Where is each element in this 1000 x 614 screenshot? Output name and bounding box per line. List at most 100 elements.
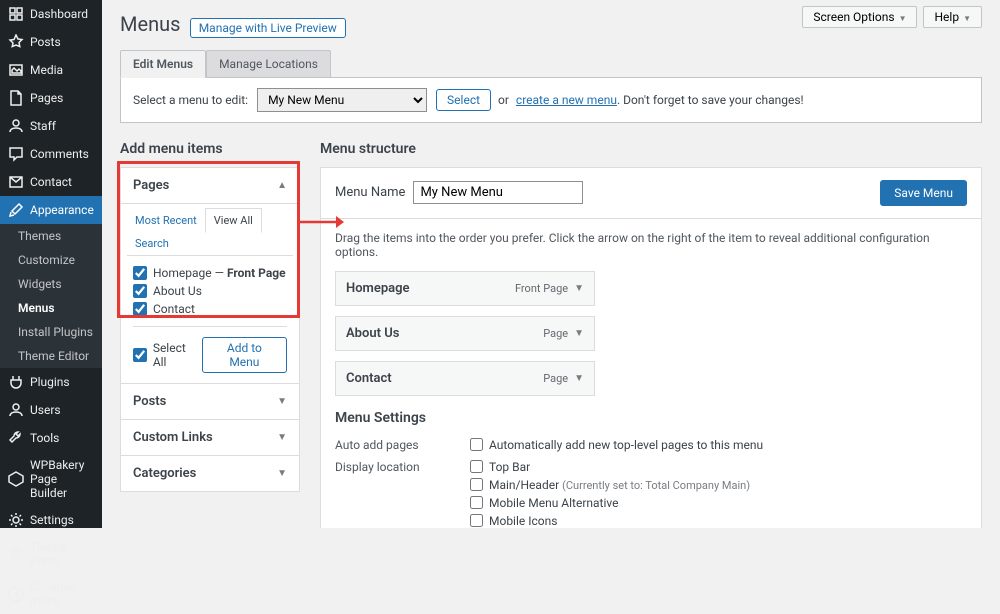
display-loc-checkbox[interactable]: [470, 496, 483, 509]
screen-options-button[interactable]: Screen Options: [802, 6, 917, 28]
auto-add-opt: Automatically add new top-level pages to…: [489, 438, 763, 452]
inner-tab-search[interactable]: Search: [127, 232, 177, 255]
accordion-head-pages[interactable]: Pages▲: [121, 168, 299, 203]
main-content: Screen Options Help Menus Manage with Li…: [102, 0, 1000, 528]
tab-edit-menus[interactable]: Edit Menus: [120, 50, 206, 78]
create-menu-link[interactable]: create a new menu: [516, 93, 617, 107]
display-loc-label: Mobile Icons: [489, 514, 557, 528]
page-title: Menus: [120, 12, 180, 36]
sidebar-sub-menus[interactable]: Menus: [0, 296, 102, 320]
auto-add-label: Auto add pages: [335, 438, 470, 452]
auto-add-checkbox[interactable]: [470, 438, 483, 451]
menu-tabs: Edit MenusManage Locations: [120, 50, 982, 78]
sidebar-label: Pages: [30, 91, 63, 105]
page-label: Homepage — Front Page: [153, 266, 286, 280]
sidebar-label: Comments: [30, 147, 89, 161]
sidebar-item-settings[interactable]: Settings: [0, 506, 102, 534]
display-loc-checkbox[interactable]: [470, 514, 483, 527]
sidebar-label: Dashboard: [30, 7, 88, 21]
inner-tab-most-recent[interactable]: Most Recent: [127, 209, 205, 232]
sidebar-label: Media: [30, 63, 63, 77]
display-loc-checkbox[interactable]: [470, 478, 483, 491]
sidebar-item-pages[interactable]: Pages: [0, 84, 102, 112]
display-location-label: Display location: [335, 460, 470, 528]
chevron-down-icon[interactable]: ▼: [574, 283, 584, 294]
menu-structure-heading: Menu structure: [320, 141, 982, 157]
page-checkbox[interactable]: [133, 266, 147, 280]
menu-select[interactable]: My New Menu: [257, 88, 427, 112]
sidebar-item-users[interactable]: Users: [0, 396, 102, 424]
sidebar-item-dashboard[interactable]: Dashboard: [0, 0, 102, 28]
display-loc-label: Top Bar: [489, 460, 530, 474]
add-to-menu-button[interactable]: Add to Menu: [202, 337, 287, 373]
sidebar-label: Posts: [30, 35, 61, 49]
sidebar-sub-install-plugins[interactable]: Install Plugins: [0, 320, 102, 344]
page-checkbox[interactable]: [133, 302, 147, 316]
sidebar-sub-theme-editor[interactable]: Theme Editor: [0, 344, 102, 368]
sidebar-submenu: ThemesCustomizeWidgetsMenusInstall Plugi…: [0, 224, 102, 368]
select-all-checkbox[interactable]: [133, 348, 147, 362]
sidebar-label: WPBakery Page Builder: [30, 458, 94, 500]
menu-item[interactable]: HomepageFront Page▼: [335, 271, 595, 306]
accordion-head-custom links[interactable]: Custom Links▼: [121, 420, 299, 455]
tab-manage-locations[interactable]: Manage Locations: [206, 50, 331, 77]
chevron-down-icon: ▼: [277, 432, 287, 443]
drag-instructions: Drag the items into the order you prefer…: [335, 231, 967, 259]
display-loc-label: Main/Header (Currently set to: Total Com…: [489, 478, 750, 492]
or-text: or: [498, 93, 509, 107]
menu-item-label: About Us: [346, 326, 399, 341]
sidebar-sub-customize[interactable]: Customize: [0, 248, 102, 272]
accordion-pages: Pages▲ Most RecentView All Search Homepage …: [120, 167, 300, 384]
accordion-head-categories[interactable]: Categories▼: [121, 456, 299, 491]
select-trail-text: . Don't forget to save your changes!: [617, 93, 804, 107]
menu-name-label: Menu Name: [335, 185, 405, 200]
sidebar-item-appearance[interactable]: Appearance: [0, 196, 102, 224]
menu-item-type: Front Page: [515, 282, 568, 295]
manage-live-preview-button[interactable]: Manage with Live Preview: [190, 18, 346, 38]
sidebar-item-comments[interactable]: Comments: [0, 140, 102, 168]
menu-item[interactable]: About Us Page ▼: [335, 316, 595, 351]
page-checkbox[interactable]: [133, 284, 147, 298]
page-label: Contact: [153, 302, 195, 316]
sidebar-item-wpbakery-page-builder[interactable]: WPBakery Page Builder: [0, 452, 102, 506]
save-menu-button-top[interactable]: Save Menu: [880, 180, 967, 206]
sidebar-item-collapse-menu[interactable]: Collapse menu: [0, 574, 102, 614]
help-button[interactable]: Help: [923, 6, 982, 28]
accordion-head-posts[interactable]: Posts▼: [121, 384, 299, 419]
admin-sidebar: Dashboard Posts Media Pages Staff Comments Con…: [0, 0, 102, 528]
sidebar-label: Collapse menu: [30, 580, 94, 608]
menu-name-input[interactable]: [413, 181, 583, 204]
sidebar-label: Staff: [30, 119, 56, 133]
chevron-down-icon: ▼: [277, 396, 287, 407]
sidebar-item-staff[interactable]: Staff: [0, 112, 102, 140]
sidebar-item-plugins[interactable]: Plugins: [0, 368, 102, 396]
menu-item-type: Page: [543, 327, 568, 340]
accordion-posts: Posts▼: [120, 383, 300, 420]
sidebar-label: Settings: [30, 513, 74, 527]
menu-item[interactable]: Contact Page ▼: [335, 361, 595, 396]
select-menu-box: Select a menu to edit: My New Menu Selec…: [120, 77, 982, 123]
sidebar-label: Users: [30, 403, 61, 417]
page-label: About Us: [153, 284, 202, 298]
display-loc-checkbox[interactable]: [470, 460, 483, 473]
accordion-custom-links: Custom Links▼: [120, 419, 300, 456]
menu-structure-column: Menu structure Menu Name Save Menu Drag …: [320, 141, 982, 528]
chevron-down-icon: ▼: [277, 468, 287, 479]
sidebar-item-posts[interactable]: Posts: [0, 28, 102, 56]
sidebar-label: Plugins: [30, 375, 70, 389]
sidebar-item-tools[interactable]: Tools: [0, 424, 102, 452]
select-menu-label: Select a menu to edit:: [133, 93, 248, 107]
menu-item-type: Page: [543, 372, 568, 385]
chevron-down-icon[interactable]: ▼: [574, 328, 584, 339]
menu-item-label: Contact: [346, 371, 392, 386]
chevron-down-icon[interactable]: ▼: [574, 373, 584, 384]
accordion-categories: Categories▼: [120, 455, 300, 492]
sidebar-item-contact[interactable]: Contact: [0, 168, 102, 196]
sidebar-label: Theme Panel: [30, 540, 94, 568]
select-menu-button[interactable]: Select: [436, 89, 491, 111]
sidebar-item-media[interactable]: Media: [0, 56, 102, 84]
inner-tab-view-all[interactable]: View All: [205, 208, 262, 233]
sidebar-sub-themes[interactable]: Themes: [0, 224, 102, 248]
sidebar-item-theme-panel[interactable]: Theme Panel: [0, 534, 102, 574]
sidebar-sub-widgets[interactable]: Widgets: [0, 272, 102, 296]
